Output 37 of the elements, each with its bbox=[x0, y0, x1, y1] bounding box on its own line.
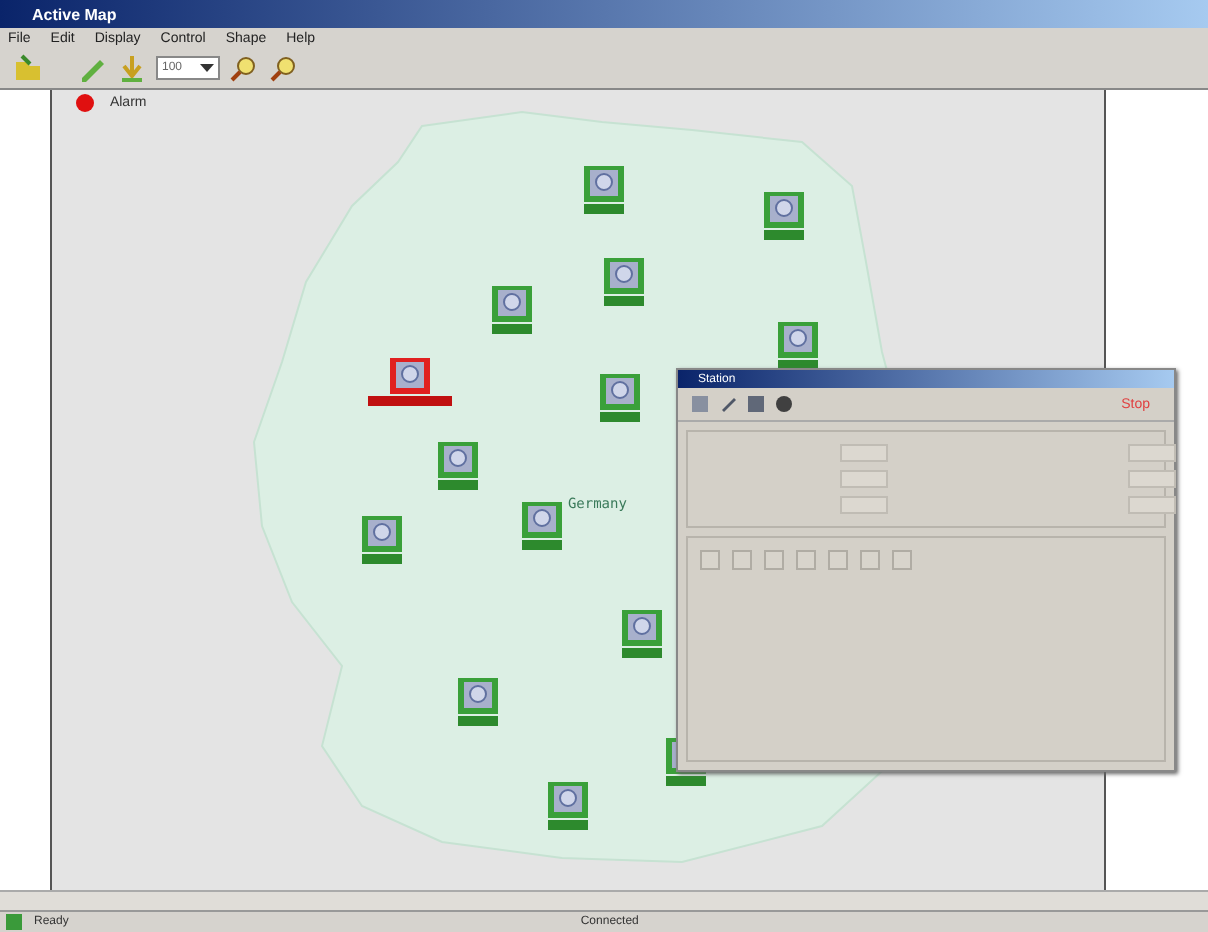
square-icon bbox=[796, 550, 816, 570]
input-field[interactable] bbox=[840, 470, 888, 488]
dropdown-arrow-icon[interactable] bbox=[196, 64, 218, 72]
status-icon bbox=[6, 914, 22, 930]
station-node-icon[interactable] bbox=[547, 782, 588, 830]
input-field[interactable] bbox=[840, 444, 888, 462]
horizontal-scrollbar[interactable] bbox=[0, 890, 1208, 910]
station-node-icon[interactable] bbox=[621, 610, 662, 658]
chart-icon[interactable] bbox=[746, 394, 766, 414]
station-node-icon[interactable] bbox=[491, 286, 532, 334]
zoom-out-icon[interactable] bbox=[268, 52, 300, 84]
square-icon bbox=[860, 550, 880, 570]
input-field[interactable] bbox=[1128, 496, 1176, 514]
folder-icon[interactable] bbox=[12, 52, 44, 84]
station-node-icon[interactable] bbox=[763, 192, 804, 240]
save-icon[interactable] bbox=[690, 394, 710, 414]
square-icon bbox=[764, 550, 784, 570]
input-field[interactable] bbox=[840, 496, 888, 514]
station-node-icon[interactable] bbox=[457, 678, 498, 726]
square-icon bbox=[892, 550, 912, 570]
square-icon bbox=[828, 550, 848, 570]
station-node-icon[interactable] bbox=[599, 374, 640, 422]
input-field[interactable] bbox=[1128, 470, 1176, 488]
input-field[interactable] bbox=[1128, 444, 1176, 462]
square-icon bbox=[700, 550, 720, 570]
zoom-in-icon[interactable] bbox=[228, 52, 260, 84]
station-node-icon[interactable] bbox=[367, 358, 452, 406]
station-node-icon[interactable] bbox=[521, 502, 562, 550]
station-node-icon[interactable] bbox=[583, 166, 624, 214]
station-node-icon[interactable] bbox=[603, 258, 644, 306]
station-node-icon[interactable] bbox=[777, 322, 818, 370]
square-icon bbox=[732, 550, 752, 570]
station-node-icon[interactable] bbox=[361, 516, 402, 564]
edit-icon[interactable] bbox=[718, 394, 738, 414]
record-icon[interactable] bbox=[774, 394, 794, 414]
window-title: Active Map bbox=[32, 5, 117, 23]
station-node-icon[interactable] bbox=[437, 442, 478, 490]
